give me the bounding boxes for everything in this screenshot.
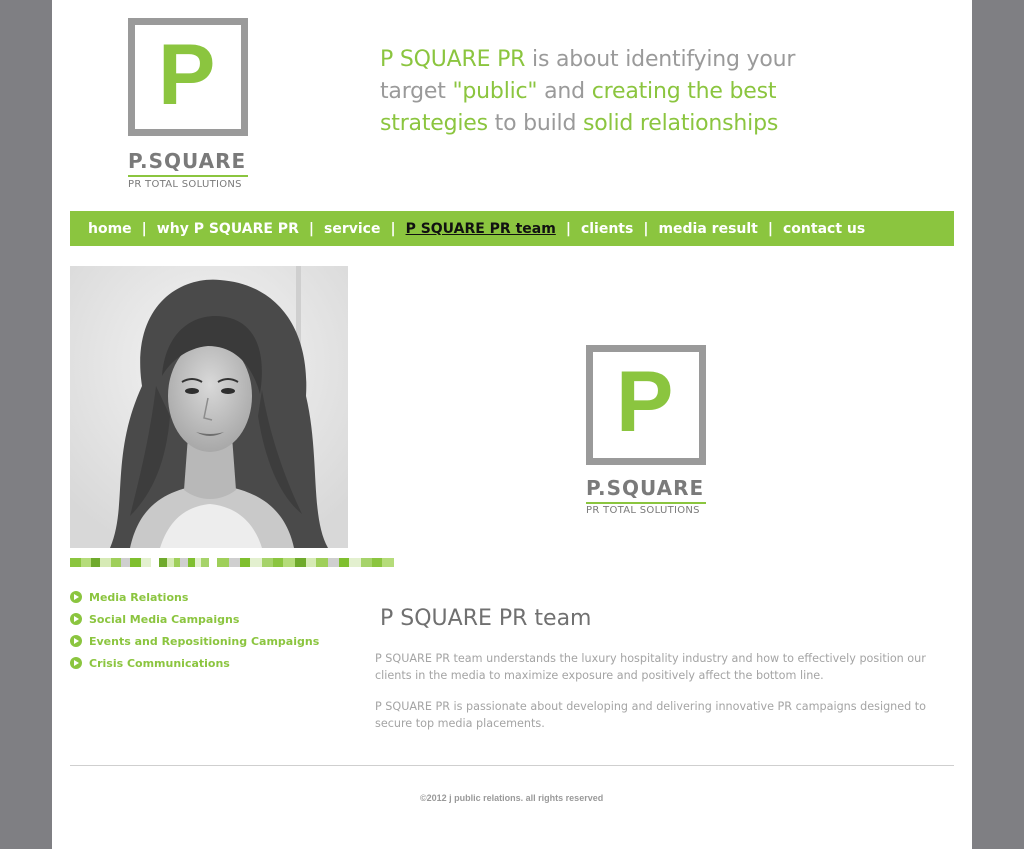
tagline-part: and	[537, 79, 592, 104]
stripe	[382, 558, 394, 567]
nav-item-why-p-square-pr[interactable]: why P SQUARE PR	[157, 221, 299, 237]
stripe-group	[217, 558, 394, 567]
stripe	[349, 558, 361, 567]
nav-item-service[interactable]: service	[324, 221, 380, 237]
service-label: Media Relations	[89, 590, 189, 604]
stripe	[240, 558, 250, 567]
logo-letter: P	[158, 27, 216, 123]
stripe	[306, 558, 316, 567]
content-paragraph-1: P SQUARE PR team understands the luxury …	[375, 652, 926, 682]
content-paragraph-2: P SQUARE PR is passionate about developi…	[375, 700, 927, 730]
stripe	[339, 558, 349, 567]
stripe	[130, 558, 141, 567]
tagline-part: solid relationships	[583, 111, 779, 136]
center-logo-name: P.SQUARE	[586, 476, 705, 500]
logo-subtitle: PR TOTAL SOLUTIONS	[128, 179, 242, 190]
nav-item-media-result[interactable]: media result	[658, 221, 757, 237]
nav-separator: |	[565, 220, 571, 237]
stripe	[159, 558, 167, 567]
nav-item-p-square-pr-team[interactable]: P SQUARE PR team	[406, 221, 556, 237]
stripe	[111, 558, 121, 567]
arrow-bullet-icon	[70, 657, 82, 669]
stripe	[295, 558, 306, 567]
stripe	[188, 558, 195, 567]
arrow-bullet-icon	[70, 635, 82, 647]
service-item[interactable]: Media Relations	[70, 586, 319, 608]
stripe	[273, 558, 283, 567]
services-list: Media Relations Social Media Campaigns Eve…	[70, 586, 319, 674]
stripe	[81, 558, 91, 567]
center-logo-letter: P	[616, 354, 674, 450]
nav-separator: |	[141, 220, 147, 237]
footer-copyright: ©2012 j public relations. all rights res…	[420, 793, 604, 803]
footer-divider	[70, 765, 954, 766]
stripe	[262, 558, 273, 567]
header-logo[interactable]: P P.SQUARE PR TOTAL SOLUTIONS	[128, 18, 252, 194]
stripe	[70, 558, 81, 567]
center-logo: P P.SQUARE PR TOTAL SOLUTIONS	[586, 345, 710, 521]
stripe-group	[159, 558, 209, 567]
stripe	[372, 558, 382, 567]
service-label: Events and Repositioning Campaigns	[89, 634, 320, 648]
service-item[interactable]: Crisis Communications	[70, 652, 319, 674]
service-label: Social Media Campaigns	[89, 612, 240, 626]
service-label: Crisis Communications	[89, 656, 230, 670]
stripe	[229, 558, 240, 567]
stripe	[121, 558, 130, 567]
stripe	[361, 558, 372, 567]
logo-name: P.SQUARE	[128, 149, 247, 173]
nav-separator: |	[308, 220, 314, 237]
stripe	[328, 558, 339, 567]
tagline-part: to build	[487, 111, 584, 136]
portrait-illustration	[70, 266, 348, 548]
stripe-group	[70, 558, 151, 567]
tagline-part: P SQUARE PR	[380, 47, 526, 72]
service-item[interactable]: Events and Repositioning Campaigns	[70, 630, 319, 652]
nav-separator: |	[767, 220, 773, 237]
arrow-bullet-icon	[70, 613, 82, 625]
stripe	[141, 558, 151, 567]
nav-separator: |	[643, 220, 649, 237]
decorative-stripes	[70, 558, 402, 567]
page-title: P SQUARE PR team	[380, 606, 592, 631]
logo-divider	[128, 175, 248, 177]
stripe	[250, 558, 262, 567]
stripe	[316, 558, 328, 567]
stripe	[167, 558, 174, 567]
service-item[interactable]: Social Media Campaigns	[70, 608, 319, 630]
nav-item-clients[interactable]: clients	[581, 221, 633, 237]
stripe	[283, 558, 295, 567]
tagline-part: "public"	[452, 79, 538, 104]
nav-item-home[interactable]: home	[88, 221, 132, 237]
center-logo-divider	[586, 502, 706, 504]
arrow-bullet-icon	[70, 591, 82, 603]
stripe	[100, 558, 111, 567]
main-nav: home | why P SQUARE PR | service | P SQUARE PR…	[70, 211, 954, 246]
center-logo-subtitle: PR TOTAL SOLUTIONS	[586, 505, 700, 516]
stripe	[201, 558, 209, 567]
tagline: P SQUARE PR is about identifying your ta…	[380, 44, 860, 140]
stripe	[217, 558, 229, 567]
stripe	[180, 558, 188, 567]
nav-separator: |	[390, 220, 396, 237]
stripe	[91, 558, 100, 567]
team-portrait-image	[70, 266, 348, 548]
nav-item-contact-us[interactable]: contact us	[783, 221, 865, 237]
page: P P.SQUARE PR TOTAL SOLUTIONS P SQUARE P…	[52, 0, 972, 849]
